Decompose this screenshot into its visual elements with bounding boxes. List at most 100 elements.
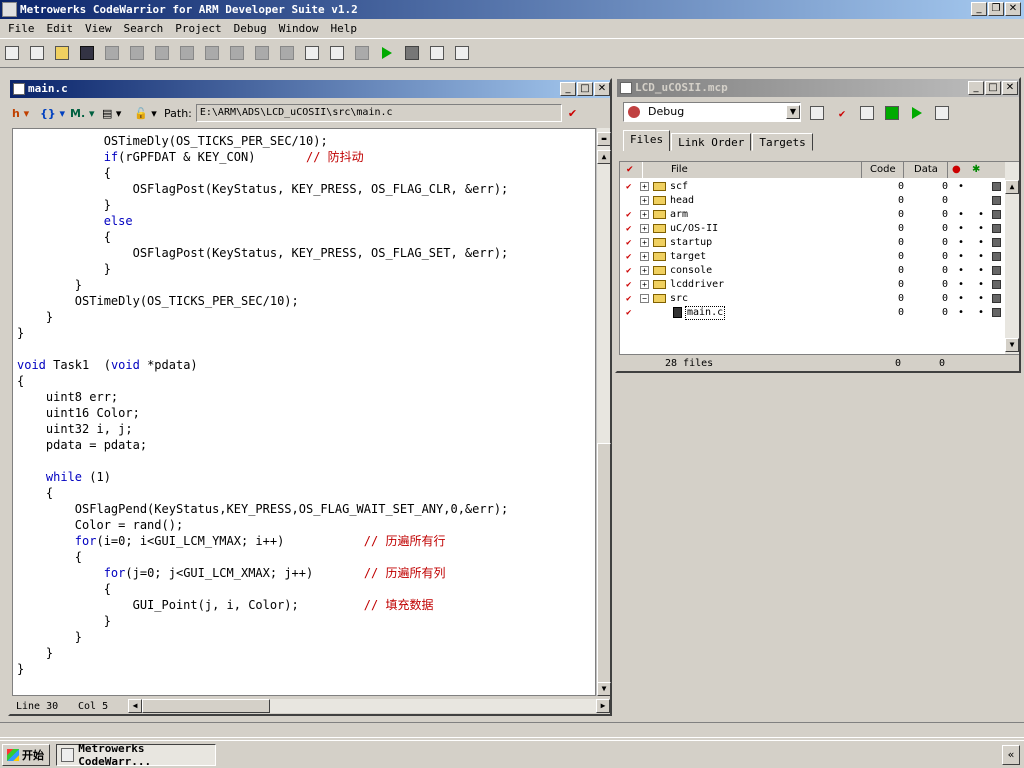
- file-scroll-down-button[interactable]: ▼: [1005, 338, 1019, 352]
- file-scroll-up-button[interactable]: ▲: [1005, 180, 1019, 194]
- file-row[interactable]: ✔ + uC/OS-II 0 0 • •: [620, 222, 1001, 236]
- file-row[interactable]: + head 0 0: [620, 194, 1001, 208]
- file-action-icon[interactable]: [992, 294, 1001, 303]
- menu-help[interactable]: Help: [324, 19, 363, 38]
- editor-maximize-button[interactable]: □: [577, 82, 593, 96]
- make-icon[interactable]: [857, 103, 877, 123]
- debug-column-icon[interactable]: ●: [952, 162, 961, 178]
- scroll-thumb[interactable]: [597, 443, 611, 683]
- file-row[interactable]: ✔ + lcddriver 0 0 • •: [620, 278, 1001, 292]
- lock-icon[interactable]: 🔓 ▾: [134, 107, 164, 120]
- app-icon[interactable]: [2, 2, 17, 17]
- checkmark-icon[interactable]: ✔: [626, 306, 631, 320]
- scroll-left-button[interactable]: ◀: [128, 699, 142, 713]
- column-code[interactable]: Code: [862, 162, 904, 178]
- checkmark-icon[interactable]: ✔: [626, 264, 631, 278]
- close-button[interactable]: ✕: [1005, 2, 1021, 16]
- file-row[interactable]: ✔ main.c 0 0 • •: [620, 306, 1001, 320]
- menu-window[interactable]: Window: [273, 19, 325, 38]
- checkmark-icon[interactable]: ✔: [626, 292, 631, 306]
- copy-icon[interactable]: [177, 43, 197, 63]
- new-file-icon[interactable]: [2, 43, 22, 63]
- scroll-right-button[interactable]: ▶: [596, 699, 610, 713]
- debug-dot-icon[interactable]: •: [958, 236, 964, 250]
- minimize-button[interactable]: _: [971, 2, 987, 16]
- menu-project[interactable]: Project: [169, 19, 227, 38]
- file-action-icon[interactable]: [992, 238, 1001, 247]
- menu-debug[interactable]: Debug: [228, 19, 273, 38]
- file-list-scrollbar[interactable]: ▲ ▼: [1005, 162, 1019, 354]
- checkmark-header-icon[interactable]: ✔: [626, 162, 634, 178]
- settings-icon[interactable]: [452, 43, 472, 63]
- target-select[interactable]: Debug ▼: [623, 102, 801, 122]
- expander-icon[interactable]: +: [640, 280, 649, 289]
- expander-icon[interactable]: +: [640, 266, 649, 275]
- header-files-menu[interactable]: h ▾: [12, 107, 40, 120]
- checkmark-icon[interactable]: ✔: [626, 180, 631, 194]
- code-area[interactable]: OSTimeDly(OS_TICKS_PER_SEC/10); if(rGPFD…: [12, 128, 596, 696]
- debug-run-icon[interactable]: [377, 43, 397, 63]
- debug-icon[interactable]: [882, 103, 902, 123]
- target-dot-icon[interactable]: •: [978, 236, 984, 250]
- project-maximize-button[interactable]: □: [985, 81, 1001, 95]
- paste-icon[interactable]: [202, 43, 222, 63]
- expander-icon[interactable]: +: [640, 252, 649, 261]
- checkmark-icon[interactable]: ✔: [626, 222, 631, 236]
- stop-icon[interactable]: [402, 43, 422, 63]
- expander-icon[interactable]: +: [640, 182, 649, 191]
- debug-dot-icon[interactable]: •: [958, 180, 964, 194]
- functions-menu[interactable]: {} ▾: [40, 107, 70, 120]
- expander-icon[interactable]: +: [640, 196, 649, 205]
- document-settings-menu[interactable]: ▤ ▾: [102, 107, 134, 120]
- file-action-icon[interactable]: [992, 224, 1001, 233]
- properties-icon[interactable]: [427, 43, 447, 63]
- debug-dot-icon[interactable]: •: [958, 278, 964, 292]
- tab-targets[interactable]: Targets: [752, 133, 813, 151]
- debug-dot-icon[interactable]: •: [958, 208, 964, 222]
- target-dot-icon[interactable]: •: [978, 292, 984, 306]
- file-row[interactable]: ✔ + startup 0 0 • •: [620, 236, 1001, 250]
- checkmark-icon[interactable]: ✔: [626, 236, 631, 250]
- new-project-icon[interactable]: [27, 43, 47, 63]
- make-icon[interactable]: [327, 43, 347, 63]
- menu-search[interactable]: Search: [118, 19, 170, 38]
- file-row[interactable]: ✔ + arm 0 0 • •: [620, 208, 1001, 222]
- markers-menu[interactable]: M. ▾: [70, 107, 102, 120]
- debugger-icon[interactable]: [932, 103, 952, 123]
- checkmark-icon[interactable]: ✔: [626, 250, 631, 264]
- column-data[interactable]: Data: [906, 162, 948, 178]
- save-icon[interactable]: [77, 43, 97, 63]
- scroll-up-button[interactable]: ▲: [597, 150, 611, 164]
- file-action-icon[interactable]: [992, 266, 1001, 275]
- find-next-icon[interactable]: [252, 43, 272, 63]
- target-dot-icon[interactable]: •: [978, 208, 984, 222]
- file-action-icon[interactable]: [992, 280, 1001, 289]
- taskbar-item-codewarrior[interactable]: Metrowerks CodeWarr...: [56, 742, 216, 768]
- menu-file[interactable]: File: [2, 19, 41, 38]
- target-dot-icon[interactable]: •: [978, 278, 984, 292]
- debug-dot-icon[interactable]: •: [958, 222, 964, 236]
- project-close-button[interactable]: ✕: [1002, 81, 1018, 95]
- checkmark-icon[interactable]: ✔: [626, 208, 631, 222]
- debug-dot-icon[interactable]: •: [958, 264, 964, 278]
- debug-dot-icon[interactable]: •: [958, 306, 964, 320]
- path-field[interactable]: E:\ARM\ADS\LCD_uCOSII\src\main.c: [195, 104, 562, 122]
- file-action-icon[interactable]: [992, 182, 1001, 191]
- target-dot-icon[interactable]: •: [978, 306, 984, 320]
- cut-icon[interactable]: [152, 43, 172, 63]
- expander-icon[interactable]: −: [640, 294, 649, 303]
- restore-button[interactable]: ❐: [988, 2, 1004, 16]
- sync-icon[interactable]: ✔: [832, 103, 852, 123]
- run-icon[interactable]: [907, 103, 927, 123]
- file-action-icon[interactable]: [992, 308, 1001, 317]
- target-dot-icon[interactable]: •: [978, 222, 984, 236]
- debug-dot-icon[interactable]: •: [958, 250, 964, 264]
- hscroll-thumb[interactable]: [142, 699, 270, 713]
- compile-icon[interactable]: [277, 43, 297, 63]
- vertical-scrollbar[interactable]: ▬ ▲ ▼: [596, 128, 611, 696]
- build-icon[interactable]: [352, 43, 372, 63]
- start-button[interactable]: 开始: [2, 743, 50, 766]
- find-icon[interactable]: [227, 43, 247, 63]
- split-icon[interactable]: ▬: [597, 132, 611, 146]
- file-row[interactable]: ✔ − src 0 0 • •: [620, 292, 1001, 306]
